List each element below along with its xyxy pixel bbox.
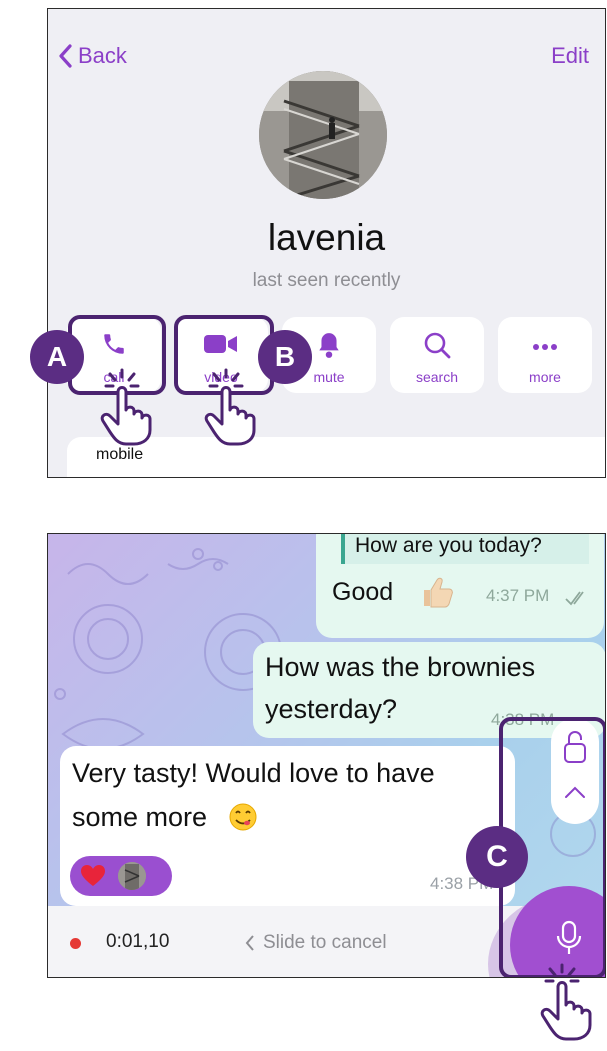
slide-to-cancel-hint[interactable]: Slide to cancel — [245, 932, 387, 954]
more-dots-icon — [533, 344, 557, 350]
profile-avatar[interactable] — [259, 71, 387, 199]
recording-timer: 0:01,10 — [106, 931, 170, 952]
tap-hand-icon — [204, 368, 256, 446]
reaction-avatar — [118, 862, 146, 890]
back-button[interactable]: Back — [58, 43, 127, 69]
recording-indicator-dot — [70, 938, 81, 949]
message-bubble-outgoing[interactable]: How are you today? Good 4:37 PM — [316, 534, 604, 638]
chevron-left-icon — [245, 935, 254, 951]
callout-c: C — [466, 826, 528, 888]
yum-face-icon — [229, 803, 257, 831]
last-seen-status: last seen recently — [252, 270, 401, 291]
callout-a: A — [30, 330, 84, 384]
mobile-label: mobile — [96, 446, 144, 463]
search-label: search — [415, 369, 459, 385]
search-icon — [424, 332, 451, 359]
double-check-icon — [565, 591, 584, 606]
slide-to-cancel-label: Slide to cancel — [263, 932, 387, 953]
message-text-line: How was the brownies — [265, 652, 536, 682]
message-text: Good — [332, 578, 394, 606]
message-time: 4:37 PM — [486, 586, 550, 605]
more-button[interactable]: more — [498, 317, 592, 393]
back-label: Back — [78, 43, 127, 68]
message-bubble-incoming[interactable]: Very tasty! Would love to have some more… — [60, 746, 515, 906]
search-button[interactable]: search — [390, 317, 484, 393]
thumbs-up-icon — [424, 577, 453, 608]
contact-name: lavenia — [267, 217, 386, 258]
more-label: more — [529, 369, 561, 385]
chevron-left-icon — [59, 44, 72, 68]
message-text-line: yesterday? — [265, 694, 398, 724]
chat-screen: How are you today? Good 4:37 PM How was … — [47, 533, 606, 978]
heart-icon — [81, 865, 105, 886]
reactions-bar[interactable] — [70, 856, 172, 896]
bell-icon — [319, 333, 339, 358]
reply-quote: How are you today? — [341, 534, 589, 564]
message-text-line: some more — [72, 802, 208, 832]
message-text-line: Very tasty! Would love to have — [72, 758, 435, 788]
edit-button[interactable]: Edit — [551, 43, 589, 69]
tap-hand-icon — [540, 963, 592, 1041]
tap-hand-icon — [100, 368, 152, 446]
